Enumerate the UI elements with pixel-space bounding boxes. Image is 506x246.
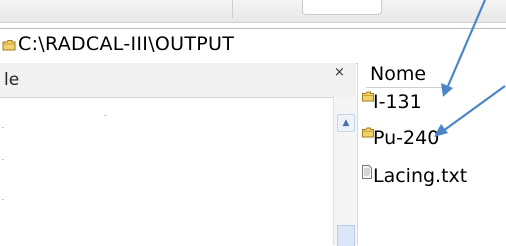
left-pane-header: le × — [0, 63, 356, 98]
close-icon[interactable]: × — [334, 65, 345, 80]
vertical-scrollbar[interactable]: ▲ — [333, 97, 357, 246]
file-item-pu-240[interactable]: Pu-240 — [362, 125, 462, 153]
top-toolbar-strip — [0, 0, 506, 23]
column-header-nome[interactable]: Nome — [370, 63, 426, 85]
faint-mark — [104, 115, 106, 116]
faint-mark — [2, 127, 4, 128]
toolbar-tab[interactable] — [302, 0, 382, 15]
text-file-icon — [362, 165, 372, 179]
file-list-pane: Nome I-131 Pu-240 Lacing.txt — [357, 63, 506, 245]
file-name: I-131 — [373, 91, 422, 113]
column-header-divider — [366, 87, 442, 88]
address-path-text[interactable]: C:\RADCAL-III\OUTPUT — [18, 33, 234, 55]
left-pane-header-label: le — [4, 70, 20, 90]
scroll-up-arrow-icon[interactable]: ▲ — [337, 114, 355, 132]
file-item-lacing-txt[interactable]: Lacing.txt — [362, 163, 492, 191]
faint-mark — [2, 199, 4, 200]
file-item-i-131[interactable]: I-131 — [362, 89, 452, 117]
toolbar-divider — [232, 0, 233, 18]
file-name: Pu-240 — [373, 127, 440, 149]
folder-icon — [2, 40, 16, 51]
scrollbar-thumb[interactable] — [337, 225, 355, 246]
left-pane: le × ▲ — [0, 63, 357, 246]
file-name: Lacing.txt — [373, 165, 468, 187]
faint-mark — [2, 159, 4, 160]
address-bar[interactable]: C:\RADCAL-III\OUTPUT — [0, 28, 506, 64]
